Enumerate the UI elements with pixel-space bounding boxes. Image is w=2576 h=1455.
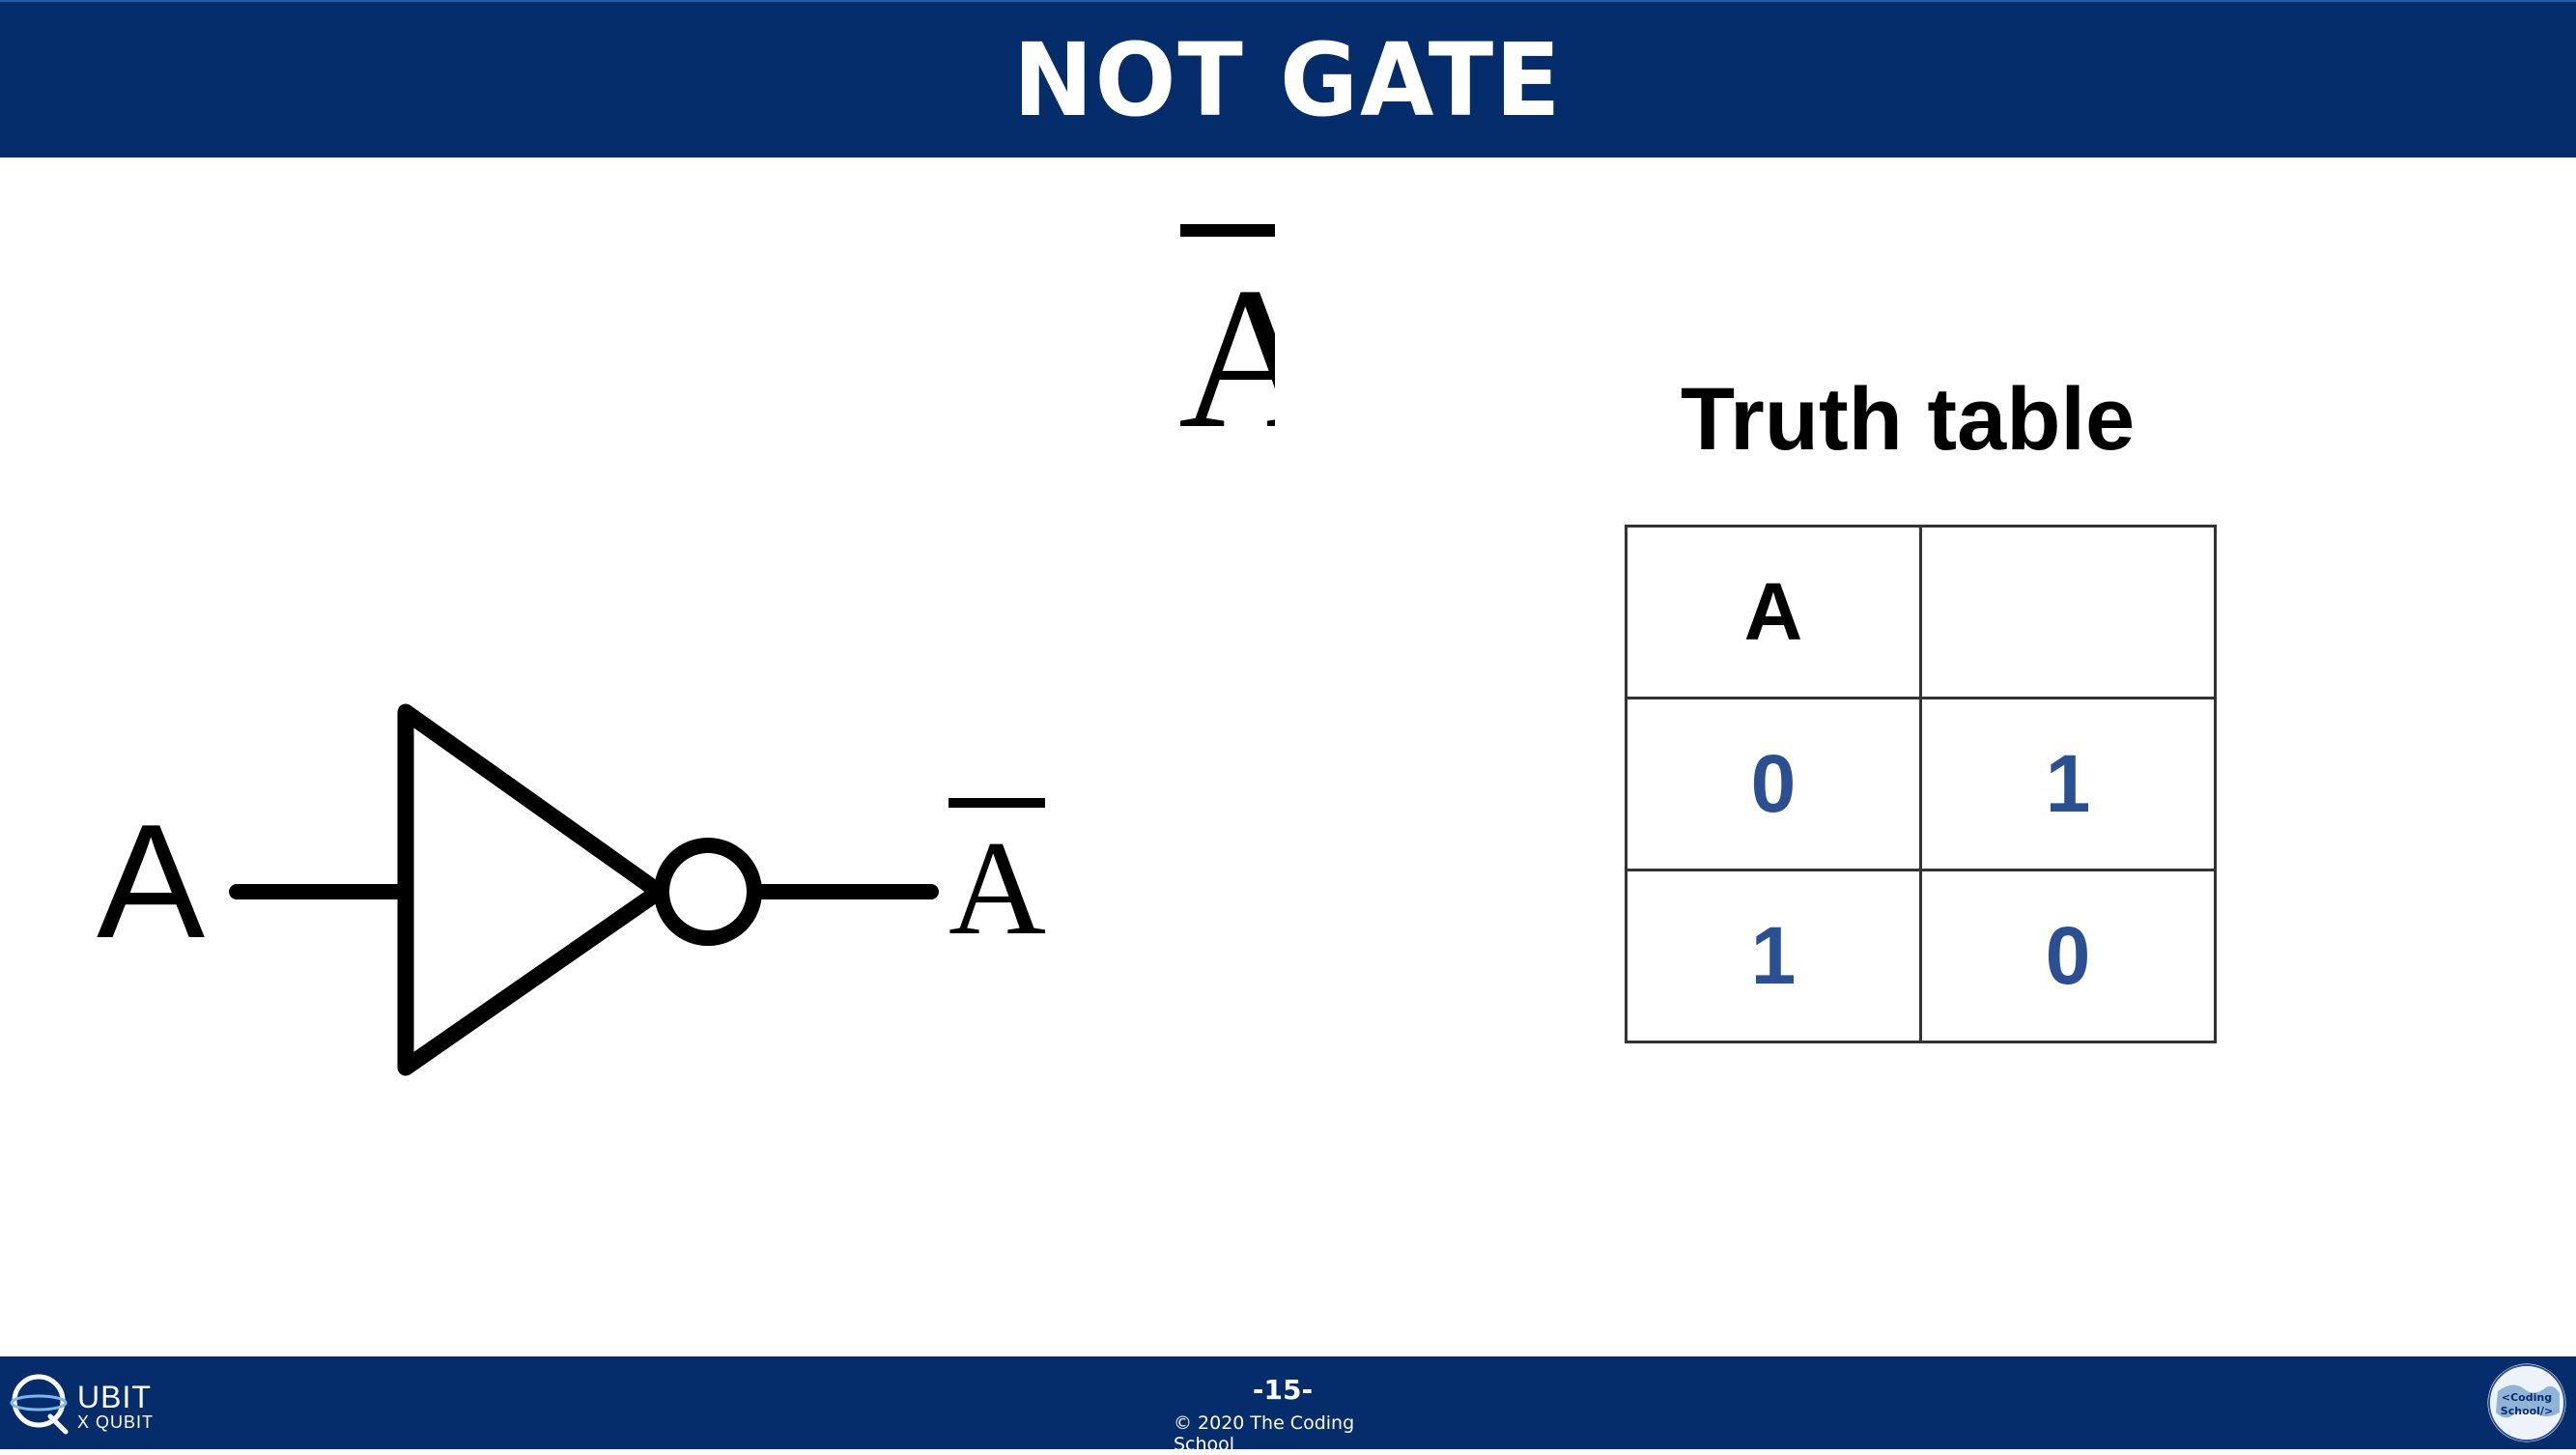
footer-bar: UBIT X QUBIT -15- © 2020 The Coding Scho… — [0, 1356, 2576, 1455]
svg-text:School/>: School/> — [2501, 1405, 2553, 1417]
truth-table: A 0 1 1 0 — [1625, 525, 2217, 1043]
coding-school-logo: <Coding School/> — [2486, 1362, 2567, 1443]
table-header-row: A — [1625, 525, 2217, 699]
table-cell: 1 — [1919, 697, 2217, 871]
logo-subtext: X QUBIT — [77, 1412, 155, 1432]
header-cell-output — [1919, 525, 2217, 699]
header-cell-a: A — [1625, 525, 1922, 699]
table-row: 0 1 — [1625, 697, 2217, 871]
truth-table-title: Truth table — [1680, 370, 2136, 469]
globe-icon: <Coding School/> — [2487, 1363, 2566, 1442]
table-cell: 0 — [1625, 697, 1922, 871]
title-banner: NOT GATE — [0, 0, 2576, 157]
a-bar-symbol: A — [1180, 222, 1275, 435]
a-bar-letter: A — [1180, 246, 1275, 435]
table-cell: 1 — [1625, 869, 1922, 1043]
overline-bar — [1180, 224, 1275, 237]
page-number: -15- — [1252, 1374, 1314, 1406]
output-overline — [948, 798, 1045, 808]
inversion-bubble — [654, 838, 762, 946]
output-label: A — [948, 813, 1047, 963]
input-label: A — [97, 790, 206, 972]
slide-title: NOT GATE — [1013, 20, 1563, 139]
svg-text:<Coding: <Coding — [2502, 1391, 2552, 1404]
logo-text: UBIT — [77, 1380, 152, 1414]
table-cell: 0 — [1919, 869, 2217, 1043]
qubit-q-icon — [10, 1374, 69, 1435]
gate-triangle — [397, 703, 667, 1076]
not-gate-diagram: A A — [0, 676, 1111, 1101]
table-row: 1 0 — [1625, 869, 2217, 1043]
copyright-text: © 2020 The Coding School — [1174, 1412, 1355, 1455]
qubit-logo: UBIT X QUBIT — [10, 1370, 164, 1438]
